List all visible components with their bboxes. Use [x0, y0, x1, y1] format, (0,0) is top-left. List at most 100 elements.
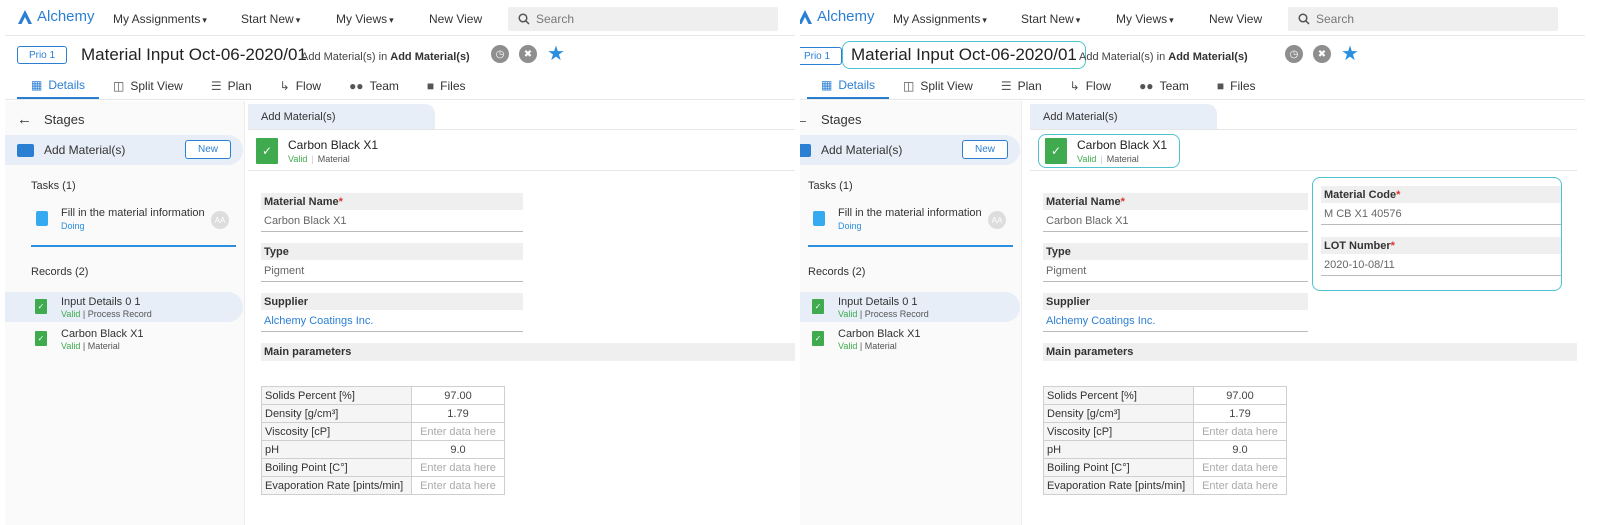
alchemy-logo-icon [18, 9, 32, 24]
tab-plan[interactable]: ☰ Plan [197, 73, 266, 99]
parameter-value-input[interactable]: 1.79 [1193, 404, 1287, 423]
parameter-value-input[interactable]: Enter data here [411, 458, 505, 477]
supplier-label: Supplier [261, 293, 523, 310]
sidebar: ← Stages Add Material(s) New Tasks (1) F… [800, 101, 1022, 525]
tab-team-label: Team [369, 79, 399, 93]
tab-team[interactable]: ●● Team [1125, 73, 1203, 99]
parameter-value-input[interactable]: Enter data here [1193, 422, 1287, 441]
parameter-value-input[interactable]: Enter data here [1193, 458, 1287, 477]
tab-team[interactable]: ●● Team [335, 73, 413, 99]
search-placeholder: Search [536, 12, 575, 26]
back-arrow-icon[interactable]: ← [800, 111, 809, 128]
nav-new-view[interactable]: New View [1209, 12, 1262, 26]
history-icon[interactable]: ◷ [1285, 45, 1303, 63]
parameter-value-input[interactable]: Enter data here [411, 476, 505, 495]
record-item[interactable]: ✓ Input Details 0 1 Valid | Process Reco… [5, 292, 243, 322]
document-check-icon: ✓ [1045, 138, 1067, 164]
tab-flow[interactable]: ↳ Flow [266, 73, 335, 99]
app-logo[interactable]: Alchemy [17, 8, 95, 25]
nav-start-new-label: Start New [1021, 12, 1074, 26]
tab-plan[interactable]: ☰ Plan [987, 73, 1056, 99]
task-title: Fill in the material information [61, 207, 205, 219]
priority-badge[interactable]: Prio 1 [800, 47, 842, 65]
cancel-icon[interactable]: ✖ [519, 45, 537, 63]
type-field: Type Pigment [1043, 243, 1308, 282]
task-item[interactable]: Fill in the material information Doing A… [808, 207, 1013, 247]
table-row: Solids Percent [%] 97.00 [1043, 386, 1287, 405]
avatar[interactable]: AA [988, 211, 1006, 229]
parameter-name: Evaporation Rate [pints/min] [261, 476, 412, 495]
material-code-input[interactable]: M CB X1 40576 [1321, 203, 1561, 225]
back-arrow-icon[interactable]: ← [17, 111, 32, 128]
tab-details[interactable]: ▦ Details [807, 73, 890, 99]
favorite-star-icon[interactable]: ★ [547, 44, 565, 64]
task-item[interactable]: Fill in the material information Doing A… [31, 207, 236, 247]
material-name-label-text: Material Name [1046, 196, 1121, 208]
chevron-down-icon: ▾ [982, 15, 987, 25]
subtitle-stage: Add Material(s) [1168, 51, 1248, 63]
history-icon[interactable]: ◷ [491, 45, 509, 63]
nav-new-view[interactable]: New View [429, 12, 482, 26]
tab-files[interactable]: ■ Files [1203, 73, 1270, 99]
parameter-value-input[interactable]: Enter data here [1193, 476, 1287, 495]
material-status: Valid [1077, 154, 1097, 164]
tab-split-view[interactable]: ◫ Split View [889, 73, 987, 99]
lot-number-label-text: LOT Number [1324, 240, 1391, 252]
search-input[interactable]: Search [508, 7, 778, 31]
material-summary: ✓ Carbon Black X1 Valid | Material [256, 134, 386, 168]
record-item[interactable]: ✓ Carbon Black X1 Valid | Material [5, 324, 243, 354]
document-check-icon: ✓ [35, 299, 47, 314]
app-logo[interactable]: Alchemy [800, 8, 875, 25]
type-input[interactable]: Pigment [1043, 260, 1308, 282]
material-name-input[interactable]: Carbon Black X1 [261, 210, 523, 232]
document-icon: ▦ [31, 78, 43, 92]
record-type: Process Record [864, 309, 929, 319]
nav-my-assignments[interactable]: My Assignments ▾ [113, 12, 207, 26]
tab-split-view[interactable]: ◫ Split View [99, 73, 197, 99]
flow-icon: ↳ [279, 79, 290, 93]
tasks-label: Tasks (1) [808, 180, 853, 192]
table-row: Density [g/cm³] 1.79 [261, 404, 505, 423]
material-name-input[interactable]: Carbon Black X1 [1043, 210, 1308, 232]
favorite-star-icon[interactable]: ★ [1341, 44, 1359, 64]
tab-flow[interactable]: ↳ Flow [1056, 73, 1125, 99]
nav-start-new[interactable]: Start New ▾ [1021, 12, 1080, 26]
cancel-icon[interactable]: ✖ [1313, 45, 1331, 63]
chevron-down-icon: ▾ [1169, 15, 1174, 25]
table-row: Evaporation Rate [pints/min] Enter data h… [261, 476, 505, 495]
supplier-link[interactable]: Alchemy Coatings Inc. [261, 310, 523, 332]
parameter-value-input[interactable]: 9.0 [411, 440, 505, 459]
new-button[interactable]: New [962, 140, 1008, 159]
avatar[interactable]: AA [211, 211, 229, 229]
parameter-value-input[interactable]: 97.00 [1193, 386, 1287, 405]
nav-my-views[interactable]: My Views ▾ [1116, 12, 1174, 26]
nav-my-assignments[interactable]: My Assignments ▾ [893, 12, 987, 26]
stage-item[interactable]: Add Material(s) New [800, 135, 1020, 165]
supplier-link[interactable]: Alchemy Coatings Inc. [1043, 310, 1308, 332]
chevron-down-icon: ▾ [1075, 15, 1081, 25]
search-input[interactable]: Search [1288, 7, 1558, 31]
supplier-field: Supplier Alchemy Coatings Inc. [1043, 293, 1308, 332]
stage-item[interactable]: Add Material(s) New [5, 135, 243, 165]
tab-files[interactable]: ■ Files [413, 73, 480, 99]
parameter-value-input[interactable]: 97.00 [411, 386, 505, 405]
stage-label: Add Material(s) [821, 143, 903, 157]
record-item[interactable]: ✓ Input Details 0 1 Valid | Process Reco… [800, 292, 1020, 322]
priority-badge[interactable]: Prio 1 [17, 46, 67, 64]
nav-start-new[interactable]: Start New ▾ [241, 12, 300, 26]
record-item[interactable]: ✓ Carbon Black X1 Valid | Material [800, 324, 1020, 354]
parameter-name: Boiling Point [C°] [1043, 458, 1194, 477]
parameter-value-input[interactable]: 9.0 [1193, 440, 1287, 459]
breadcrumb[interactable]: Add Material(s) [248, 104, 435, 129]
parameter-value-input[interactable]: 1.79 [411, 404, 505, 423]
breadcrumb[interactable]: Add Material(s) [1030, 104, 1217, 129]
tab-details-label: Details [838, 78, 876, 92]
tab-files-label: Files [1230, 79, 1256, 93]
type-input[interactable]: Pigment [261, 260, 523, 282]
parameter-value-input[interactable]: Enter data here [411, 422, 505, 441]
parameter-name: pH [261, 440, 412, 459]
nav-my-views[interactable]: My Views ▾ [336, 12, 394, 26]
lot-number-input[interactable]: 2020-10-08/11 [1321, 254, 1561, 276]
new-button[interactable]: New [185, 140, 231, 159]
tab-details[interactable]: ▦ Details [17, 73, 100, 99]
